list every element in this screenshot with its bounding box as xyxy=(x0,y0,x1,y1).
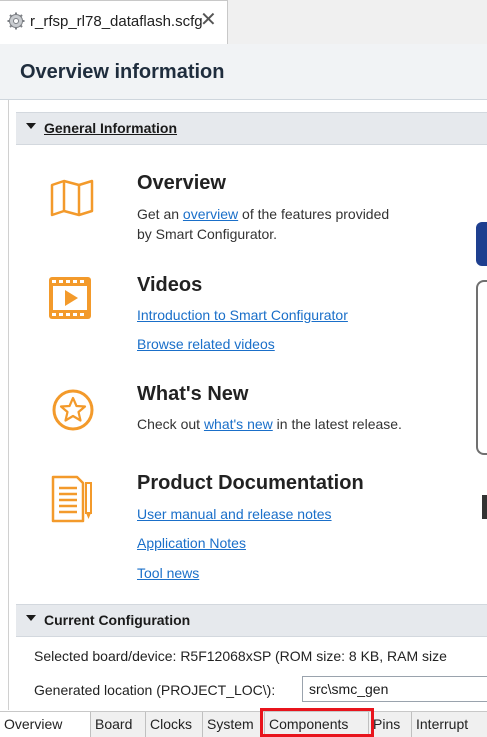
overview-text-after: of the features provided xyxy=(238,206,390,222)
gear-icon xyxy=(7,12,25,30)
current-configuration-label: Current Configuration xyxy=(44,612,191,628)
application-notes-link[interactable]: Application Notes xyxy=(137,535,246,551)
collapse-arrow-icon[interactable] xyxy=(26,123,36,129)
whats-new-title: What's New xyxy=(137,383,249,405)
overview-text-line2: by Smart Configurator. xyxy=(137,226,278,242)
product-documentation-title: Product Documentation xyxy=(137,472,364,494)
tab-clocks[interactable]: Clocks xyxy=(146,712,203,737)
star-badge-icon xyxy=(51,388,95,432)
generated-location-field[interactable]: src\smc_gen xyxy=(302,676,487,702)
tool-news-link[interactable]: Tool news xyxy=(137,565,199,581)
collapse-arrow-icon[interactable] xyxy=(26,615,36,621)
preview-banner xyxy=(476,222,487,266)
general-information-section-header[interactable]: General Information xyxy=(16,112,487,145)
general-information-label: General Information xyxy=(44,120,178,136)
overview-description: Get an overview of the features provided… xyxy=(137,204,457,244)
overview-text-before: Get an xyxy=(137,206,183,222)
preview-stand xyxy=(482,495,487,519)
tab-system[interactable]: System xyxy=(203,712,265,737)
page-tab-bar: Overview Board Clocks System Components … xyxy=(0,711,487,737)
tab-pins[interactable]: Pins xyxy=(369,712,412,737)
videos-title: Videos xyxy=(137,274,203,296)
whats-new-description: Check out what's new in the latest relea… xyxy=(137,414,467,434)
editor-tab[interactable]: r_rfsp_rl78_dataflash.scfg ✕ xyxy=(0,0,228,44)
intro-video-link[interactable]: Introduction to Smart Configurator xyxy=(137,307,348,323)
components-tab-highlight xyxy=(260,708,374,737)
tab-board[interactable]: Board xyxy=(91,712,146,737)
editor-tab-title: r_rfsp_rl78_dataflash.scfg xyxy=(30,13,203,30)
map-icon xyxy=(49,178,95,218)
whats-new-text-before: Check out xyxy=(137,416,204,432)
page-title: Overview information xyxy=(20,61,225,83)
content-border xyxy=(8,100,9,710)
editor-tab-strip: r_rfsp_rl78_dataflash.scfg ✕ xyxy=(0,0,487,44)
overview-link[interactable]: overview xyxy=(183,206,238,222)
generated-location-label: Generated location (PROJECT_LOC\): xyxy=(34,682,276,698)
tab-interrupt[interactable]: Interrupt xyxy=(412,712,487,737)
tab-overview[interactable]: Overview xyxy=(0,712,91,737)
whats-new-text-after: in the latest release. xyxy=(272,416,402,432)
browse-videos-link[interactable]: Browse related videos xyxy=(137,336,275,352)
preview-panel xyxy=(476,280,487,455)
whats-new-link[interactable]: what's new xyxy=(204,416,273,432)
overview-title: Overview xyxy=(137,172,226,194)
user-manual-link[interactable]: User manual and release notes xyxy=(137,506,332,522)
document-pen-icon xyxy=(50,474,94,524)
selected-device-text: Selected board/device: R5F12068xSP (ROM … xyxy=(34,648,447,664)
page-header: Overview information xyxy=(0,44,487,100)
current-configuration-section-header[interactable]: Current Configuration xyxy=(16,604,487,637)
close-icon[interactable]: ✕ xyxy=(200,10,217,30)
video-play-icon xyxy=(48,276,92,320)
